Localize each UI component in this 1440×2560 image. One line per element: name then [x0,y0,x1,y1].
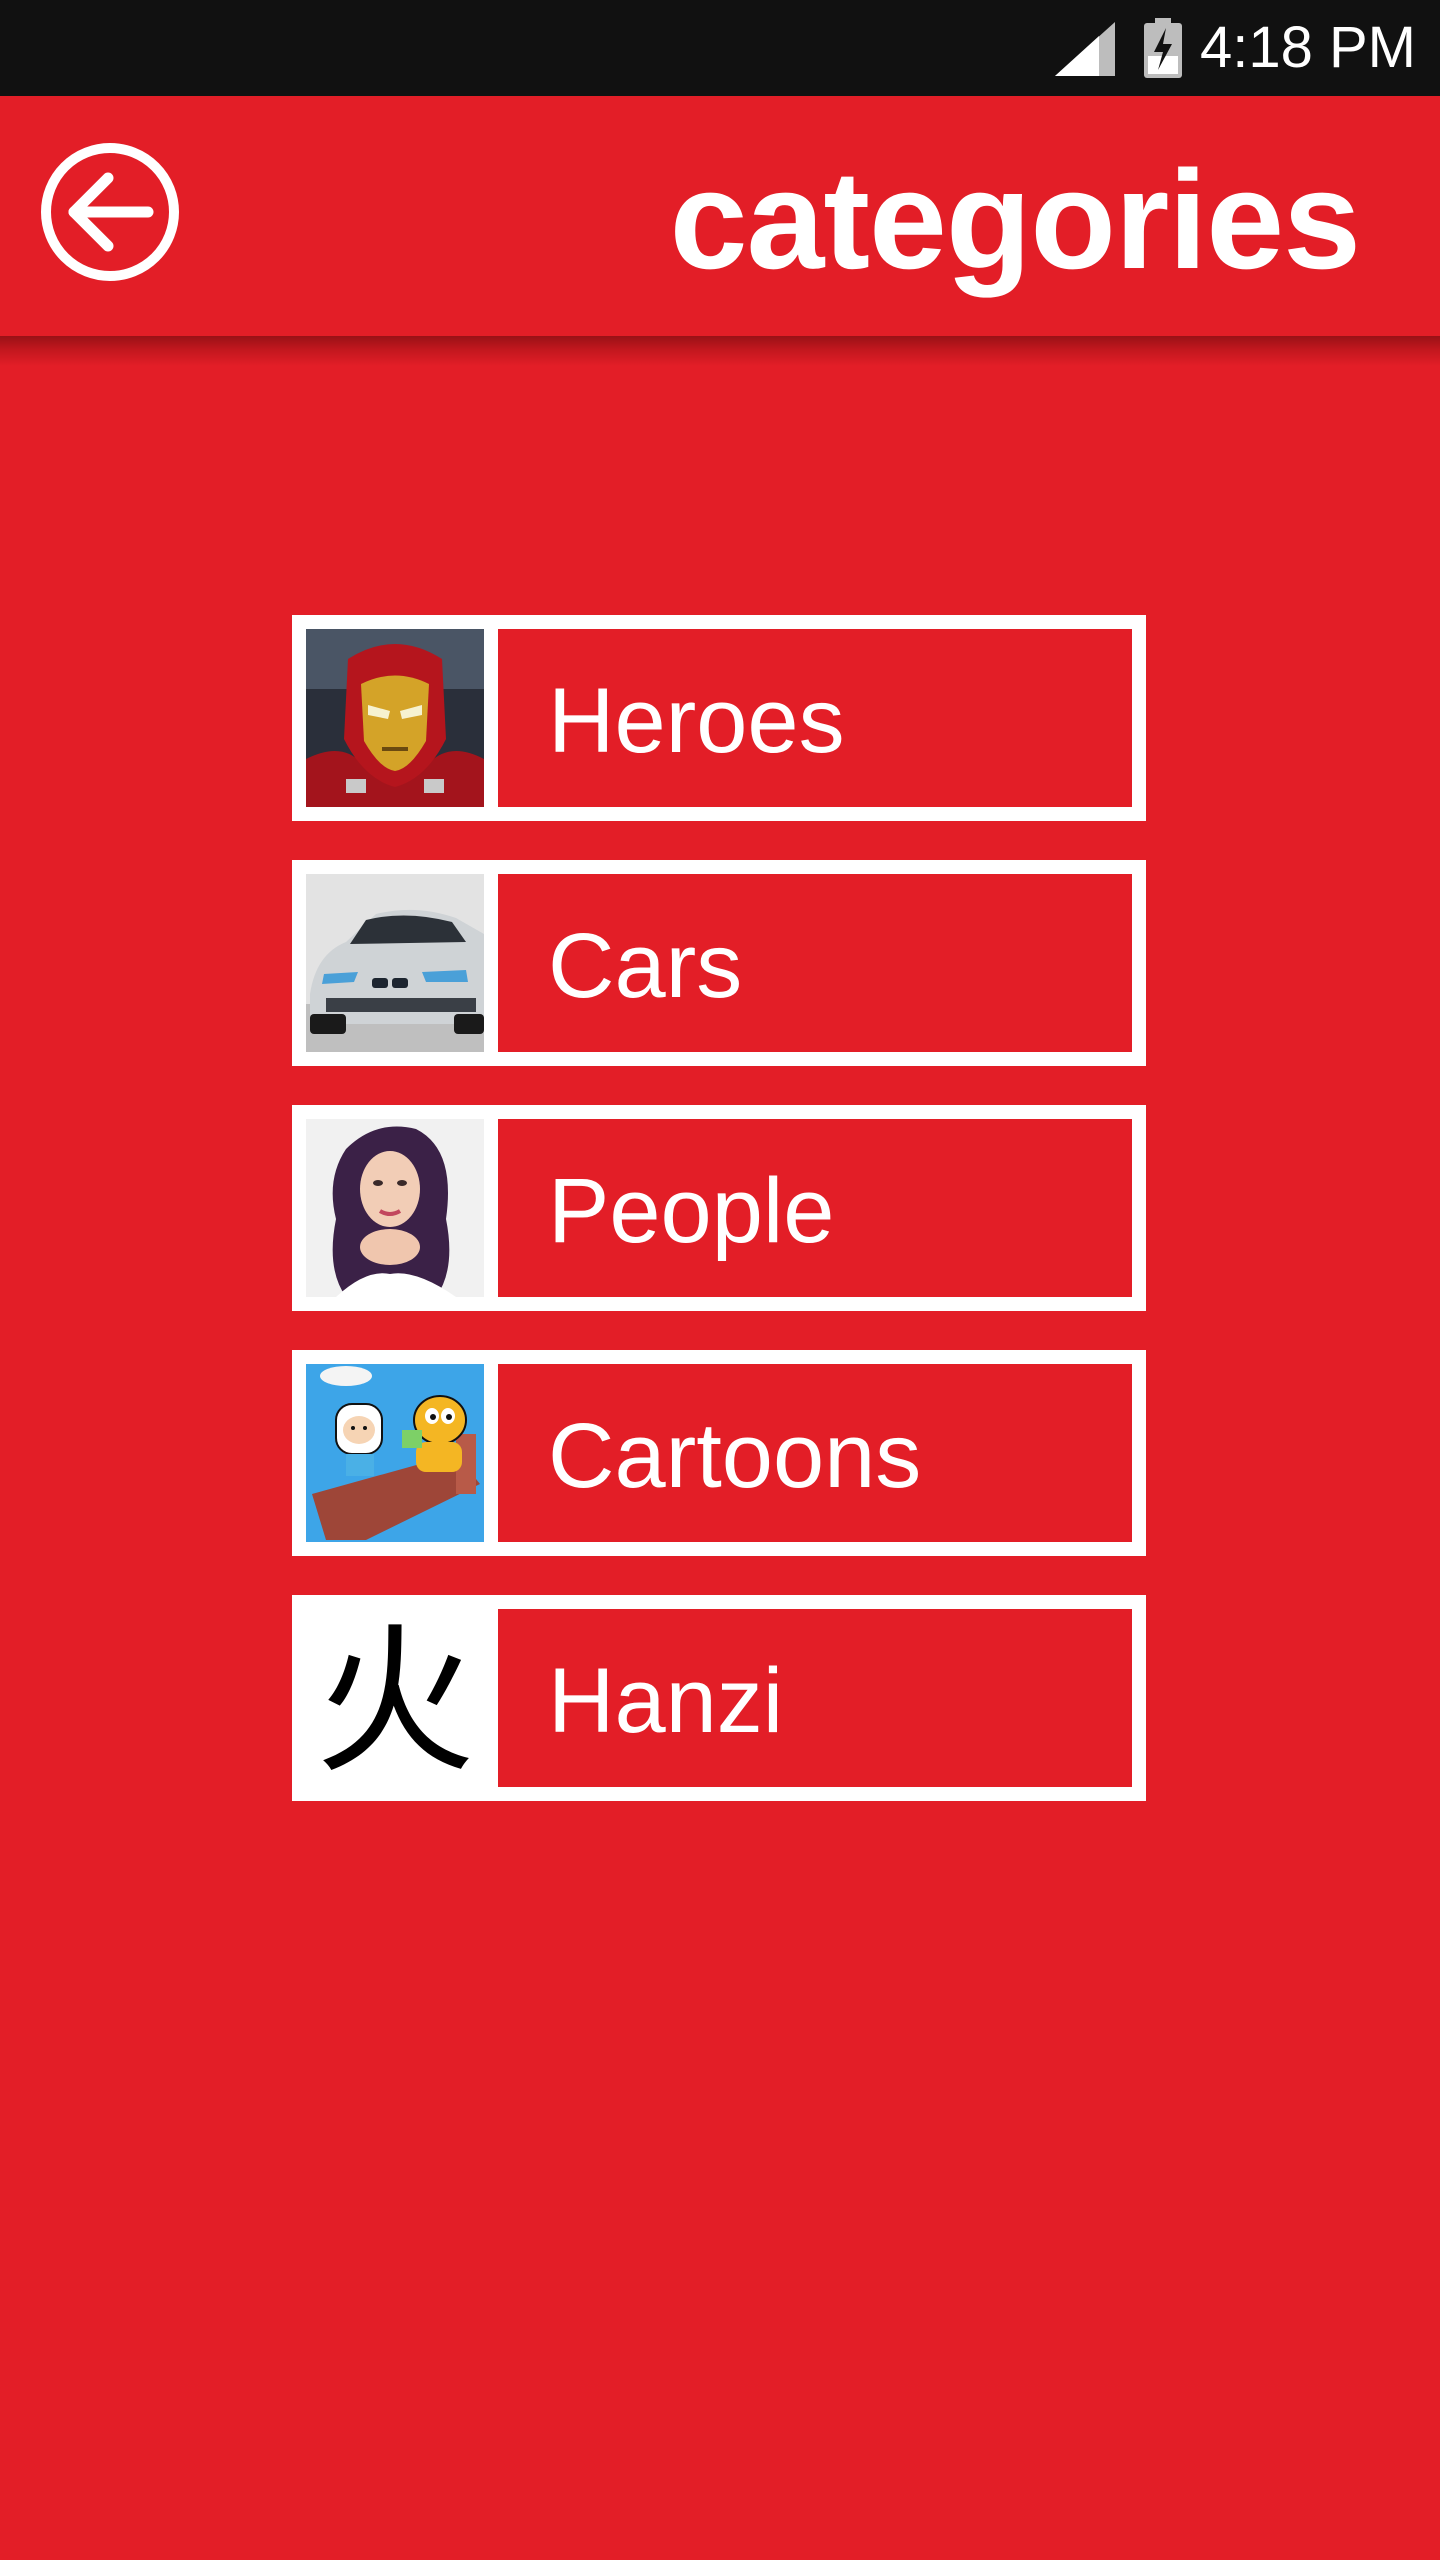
category-label: Cars [548,915,743,1017]
cartoon-characters-thumbnail [306,1364,484,1542]
category-label: Hanzi [548,1650,784,1752]
category-item-people[interactable]: People [292,1105,1146,1311]
silver-car-thumbnail [306,874,484,1052]
status-bar: 4:18 PM [0,0,1440,96]
category-label-box: Cartoons [498,1364,1132,1542]
page-title: categories [669,141,1361,298]
chinese-character-thumbnail: 火 [306,1609,484,1787]
category-item-cars[interactable]: Cars [292,860,1146,1066]
category-label-box: People [498,1119,1132,1297]
category-label-box: Hanzi [498,1609,1132,1787]
status-time: 4:18 PM [1200,15,1416,80]
woman-portrait-thumbnail [306,1119,484,1297]
category-label: People [548,1160,835,1262]
battery-charging-icon [1144,18,1182,78]
category-label: Cartoons [548,1405,922,1507]
category-list: Heroes Cars People Cartoons 火 Hanzi [292,615,1146,1840]
back-button[interactable] [38,140,182,284]
app-bar-shadow [0,336,1440,366]
category-item-hanzi[interactable]: 火 Hanzi [292,1595,1146,1801]
category-label-box: Heroes [498,629,1132,807]
category-label-box: Cars [498,874,1132,1052]
svg-text:火: 火 [315,1609,475,1787]
back-arrow-icon [41,143,179,281]
category-item-cartoons[interactable]: Cartoons [292,1350,1146,1556]
category-item-heroes[interactable]: Heroes [292,615,1146,821]
iron-man-thumbnail [306,629,484,807]
category-label: Heroes [548,670,845,772]
signal-icon [1055,22,1115,76]
